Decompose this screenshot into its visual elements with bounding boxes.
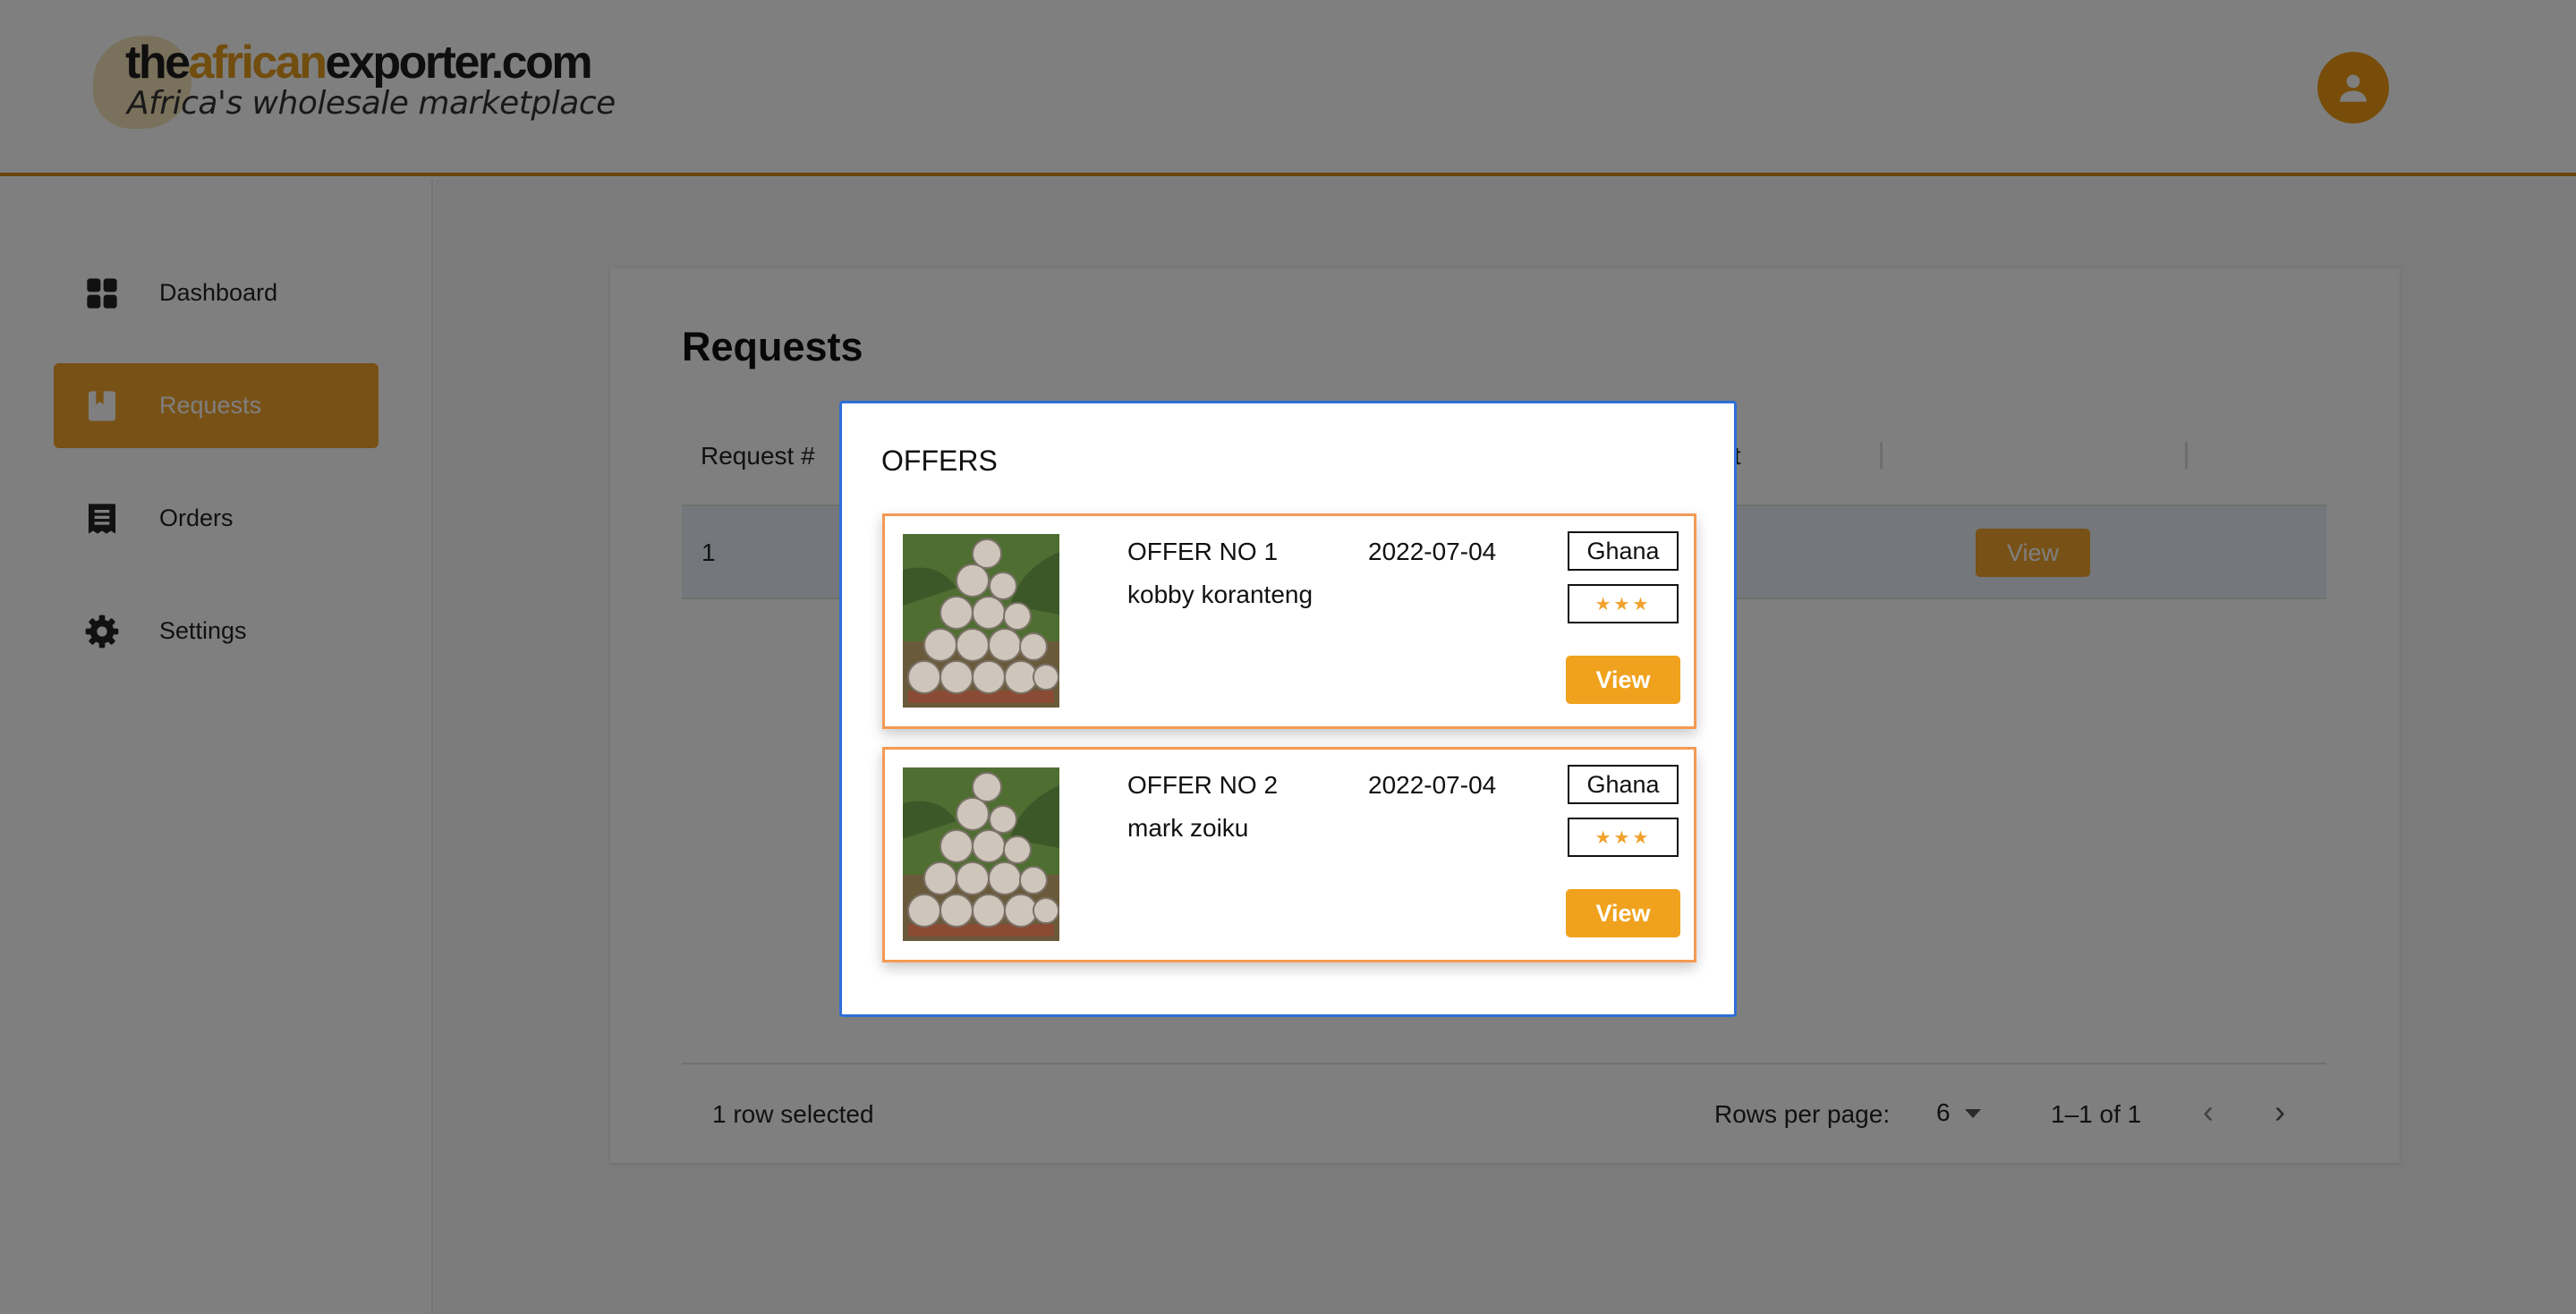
offer-number: OFFER NO 1 <box>1127 538 1279 565</box>
offer-product-image <box>903 534 1059 708</box>
offer-rating-stars: ★★★ <box>1568 818 1679 857</box>
offer-date: 2022-07-04 <box>1368 538 1497 565</box>
offer-country-badge: Ghana <box>1568 531 1679 571</box>
offer-card: OFFER NO 2 2022-07-04 mark zoiku Ghana ★… <box>882 747 1696 962</box>
offer-view-button[interactable]: View <box>1566 656 1680 704</box>
offer-card: OFFER NO 1 2022-07-04 kobby koranteng Gh… <box>882 513 1696 729</box>
offer-number: OFFER NO 2 <box>1127 771 1279 799</box>
offer-date: 2022-07-04 <box>1368 771 1497 799</box>
offer-country-badge: Ghana <box>1568 765 1679 804</box>
offers-modal: OFFERS OFFER NO 1 2022-07-04 kobby koran… <box>839 401 1737 1017</box>
offer-seller-name: mark zoiku <box>1127 814 1249 842</box>
modal-title: OFFERS <box>881 445 998 477</box>
offer-seller-name: kobby koranteng <box>1127 581 1314 608</box>
offer-view-button[interactable]: View <box>1566 889 1680 937</box>
offer-rating-stars: ★★★ <box>1568 584 1679 623</box>
offer-product-image <box>903 767 1059 941</box>
